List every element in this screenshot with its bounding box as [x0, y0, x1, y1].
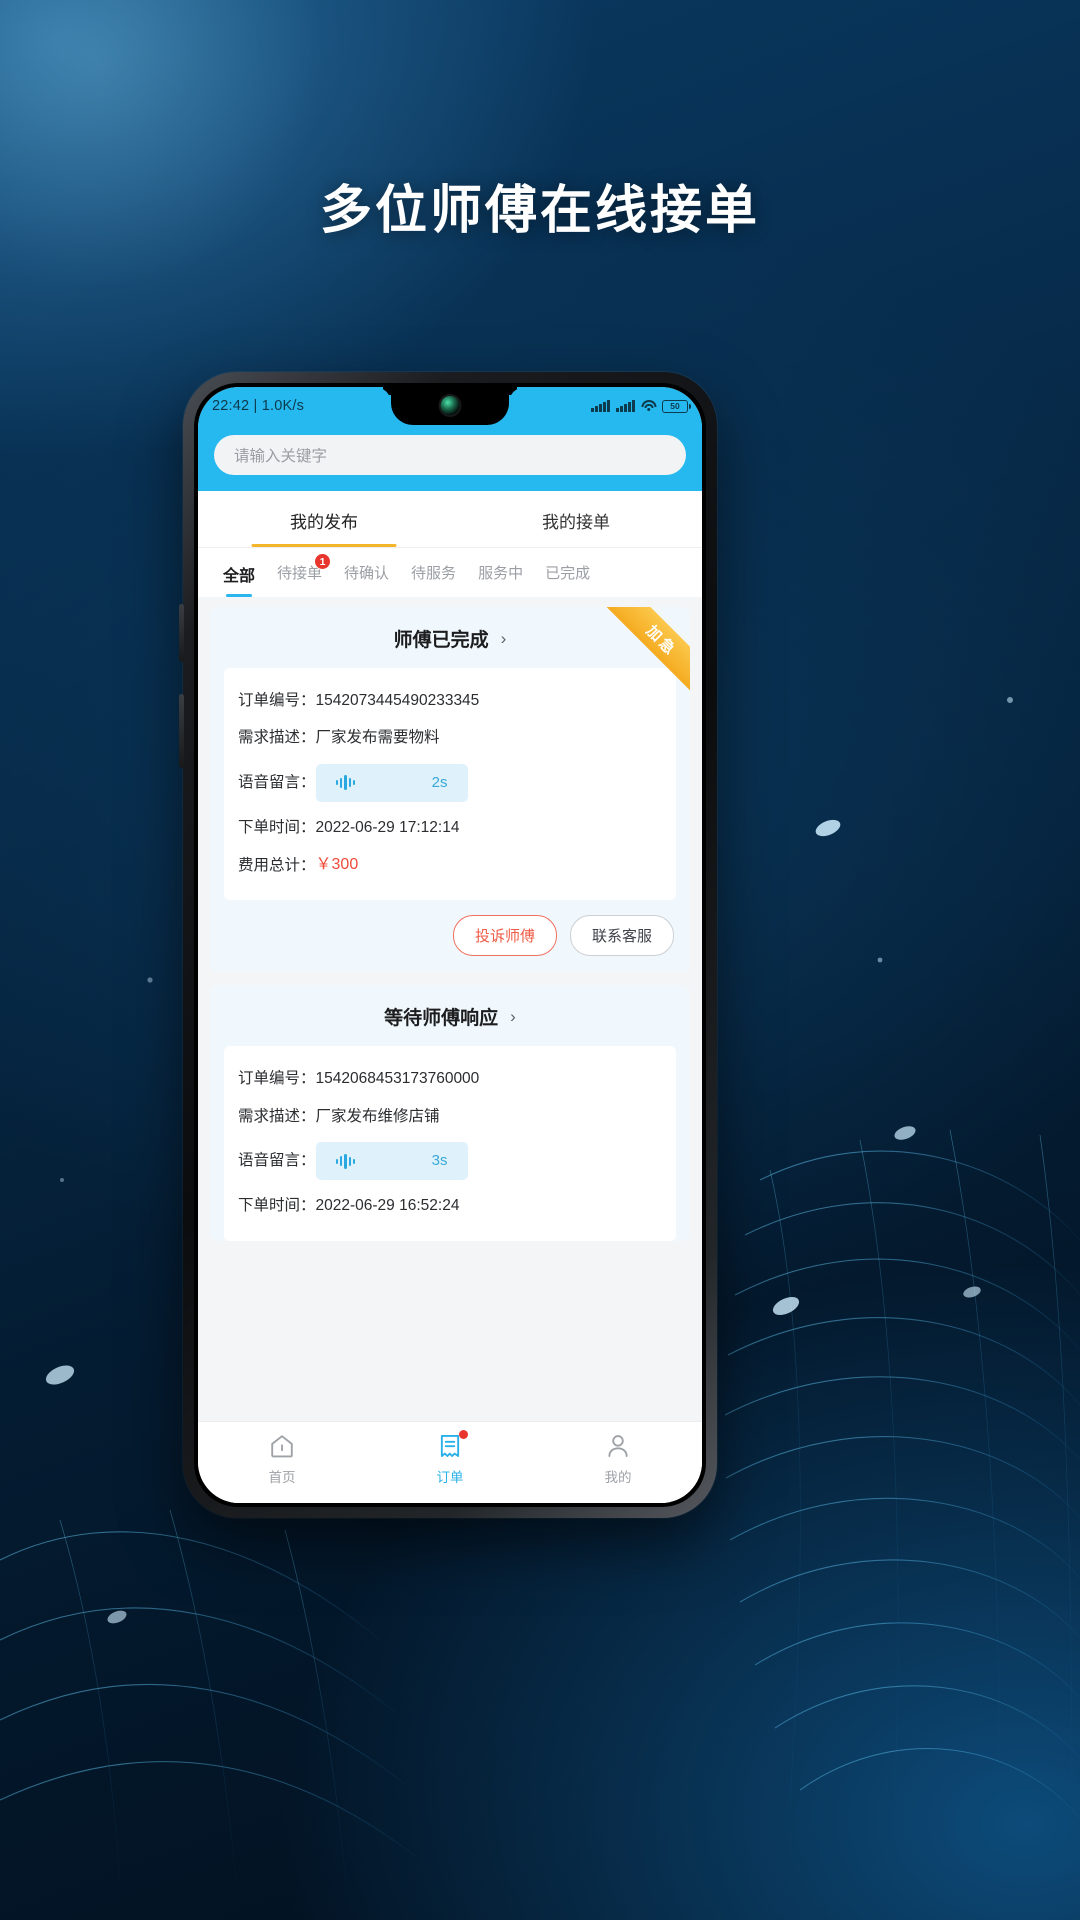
volume-button[interactable] [179, 604, 184, 662]
order-time-row: 下单时间： 2022-06-29 17:12:14 [238, 809, 662, 846]
nav-label: 首页 [268, 1469, 296, 1485]
order-desc-label: 需求描述： [238, 729, 316, 747]
filter-tab-all[interactable]: 全部 [212, 562, 266, 597]
filter-tab-pending-service[interactable]: 待服务 [400, 562, 467, 594]
search-input[interactable]: 请输入关键字 [214, 435, 686, 475]
filter-tab-label: 全部 [223, 568, 256, 585]
order-voice-label: 语音留言： [238, 1152, 316, 1170]
filter-tab-in-service[interactable]: 服务中 [467, 562, 534, 594]
order-time-label: 下单时间： [238, 1197, 316, 1215]
status-time-network: 22:42 | 1.0K/s [212, 398, 305, 414]
display-notch [391, 387, 509, 425]
voice-message-player[interactable]: 2s [315, 763, 468, 802]
filter-tab-label: 已完成 [545, 565, 591, 582]
filter-tab-label: 待接单 [277, 565, 323, 582]
filter-tab-bar: 全部 待接单 1 待确认 待服务 服务中 已完成 [198, 548, 702, 597]
urgent-ribbon-label: 加急 [604, 607, 690, 699]
order-details: 订单编号： 1542068453173760000 需求描述： 厂家发布维修店铺… [224, 1046, 676, 1241]
order-status-text: 等待师傅响应 [384, 1008, 499, 1030]
chevron-right-icon: › [500, 628, 507, 648]
battery-icon: 50 [662, 399, 691, 413]
order-number-label: 订单编号： [238, 692, 316, 709]
urgent-ribbon: 加急 [598, 607, 690, 699]
chevron-right-icon: › [510, 1006, 516, 1026]
order-voice-row: 语音留言： 2s [238, 757, 662, 810]
order-fee-label: 费用总计： [238, 856, 316, 874]
wifi-icon [641, 400, 656, 412]
filter-tab-label: 待确认 [344, 565, 390, 582]
profile-icon [604, 1432, 632, 1460]
order-time-value: 2022-06-29 17:12:14 [315, 819, 460, 836]
orders-icon [436, 1429, 468, 1460]
order-desc-value: 厂家发布需要物料 [315, 729, 440, 747]
filter-tab-label: 待服务 [411, 565, 457, 582]
voice-duration: 2s [431, 773, 448, 791]
order-desc-row: 需求描述： 厂家发布需要物料 [238, 719, 662, 756]
order-action-bar: 投诉师傅 联系客服 [210, 900, 690, 972]
order-voice-row: 语音留言： 3s [238, 1135, 662, 1188]
order-time-label: 下单时间： [238, 819, 316, 836]
phone-bezel: 22:42 | 1.0K/s 50 请输入关键字 我的发布 我的接单 全部 待接… [194, 383, 706, 1507]
order-desc-value: 厂家发布维修店铺 [315, 1107, 440, 1125]
filter-badge-count: 1 [314, 553, 332, 570]
voice-message-player[interactable]: 3s [315, 1141, 468, 1181]
signal-bars-icon-2 [616, 400, 635, 412]
order-status-header[interactable]: 等待师傅响应 › [210, 985, 690, 1046]
order-number-value: 1542073445490233345 [315, 692, 480, 709]
tab-my-orders[interactable]: 我的接单 [450, 491, 702, 547]
search-header: 请输入关键字 [198, 425, 702, 491]
phone-mockup: 22:42 | 1.0K/s 50 请输入关键字 我的发布 我的接单 全部 待接… [179, 372, 717, 1518]
nav-item-orders[interactable]: 订单 [366, 1429, 534, 1486]
main-tab-bar: 我的发布 我的接单 [198, 491, 702, 548]
order-details: 订单编号： 1542073445490233345 需求描述： 厂家发布需要物料… [224, 668, 676, 901]
nav-item-home[interactable]: 首页 [198, 1432, 366, 1486]
front-camera-icon [440, 396, 460, 415]
order-number-label: 订单编号： [238, 1070, 316, 1088]
order-card[interactable]: 等待师傅响应 › 订单编号： 1542068453173760000 需求描述：… [210, 985, 690, 1241]
page-headline: 多位师傅在线接单 [319, 182, 760, 240]
status-indicators: 50 [591, 399, 691, 413]
voice-duration: 3s [431, 1151, 448, 1169]
phone-screen: 22:42 | 1.0K/s 50 请输入关键字 我的发布 我的接单 全部 待接… [198, 387, 702, 1503]
home-icon [268, 1432, 296, 1460]
order-time-value: 2022-06-29 16:52:24 [315, 1197, 460, 1215]
signal-bars-icon-1 [591, 400, 611, 412]
order-voice-label: 语音留言： [238, 774, 316, 792]
nav-label: 订单 [436, 1469, 464, 1485]
contact-support-button[interactable]: 联系客服 [569, 915, 674, 957]
filter-tab-completed[interactable]: 已完成 [534, 562, 601, 594]
order-list[interactable]: 加急 师傅已完成 › 订单编号： 1542073445490233345 需求描… [198, 597, 702, 1421]
order-number-row: 订单编号： 1542068453173760000 [238, 1060, 662, 1097]
waveform-icon [335, 775, 356, 791]
order-status-text: 师傅已完成 [393, 630, 489, 651]
filter-tab-label: 服务中 [478, 565, 524, 582]
filter-tab-pending-confirm[interactable]: 待确认 [333, 562, 400, 594]
waveform-icon [335, 1153, 356, 1169]
power-button[interactable] [179, 694, 184, 768]
nav-label: 我的 [604, 1469, 632, 1485]
orders-notification-dot [459, 1429, 468, 1439]
order-fee-row: 费用总计： ￥300 [238, 846, 662, 884]
bottom-navigation-bar: 首页 订单 我的 [198, 1421, 702, 1503]
tab-my-publish[interactable]: 我的发布 [198, 491, 450, 547]
order-number-value: 1542068453173760000 [315, 1070, 480, 1088]
order-desc-row: 需求描述： 厂家发布维修店铺 [238, 1098, 662, 1135]
order-card[interactable]: 加急 师傅已完成 › 订单编号： 1542073445490233345 需求描… [210, 607, 690, 973]
order-desc-label: 需求描述： [238, 1107, 316, 1125]
nav-item-profile[interactable]: 我的 [534, 1432, 702, 1486]
order-time-row: 下单时间： 2022-06-29 16:52:24 [238, 1187, 662, 1224]
order-fee-value: ￥300 [315, 856, 359, 874]
filter-tab-pending-accept[interactable]: 待接单 1 [266, 553, 333, 594]
complain-master-button[interactable]: 投诉师傅 [452, 915, 557, 957]
